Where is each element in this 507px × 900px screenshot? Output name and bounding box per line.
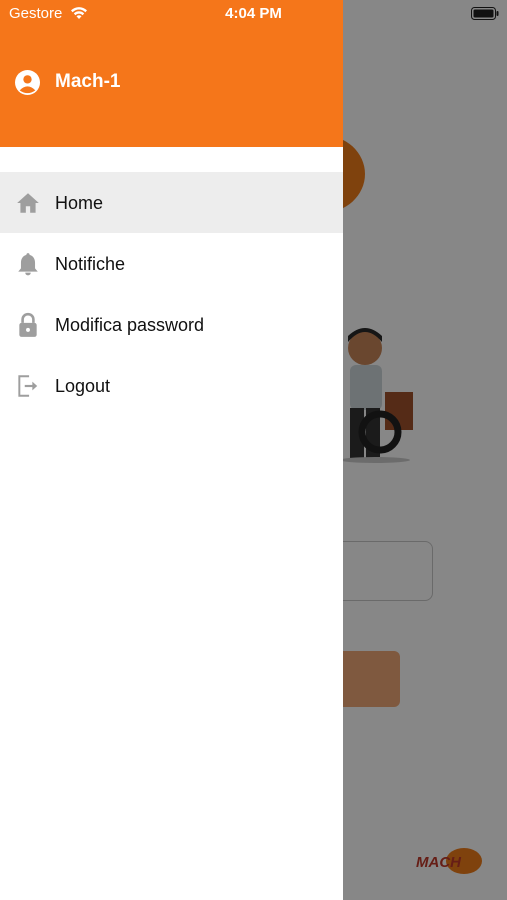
lock-icon (19, 312, 37, 337)
menu-item-modifica-password[interactable]: Modifica password (0, 294, 343, 355)
menu-item-label: Modifica password (55, 314, 205, 335)
status-time: 4:04 PM (225, 5, 282, 22)
menu-item-notifiche[interactable]: Notifiche (0, 233, 343, 294)
status-bar: Gestore 4:04 PM (0, 0, 507, 28)
account-circle-icon (15, 70, 40, 95)
menu-item-home[interactable]: Home (0, 172, 343, 233)
bell-icon (18, 253, 38, 276)
logout-icon (18, 375, 38, 397)
menu-item-label: Home (55, 192, 104, 213)
navigation-drawer: Mach-1 Home Notifiche Modifica password (0, 0, 343, 900)
menu-item-logout[interactable]: Logout (0, 355, 343, 416)
battery-icon (471, 7, 499, 20)
menu-item-label: Logout (55, 375, 111, 396)
home-icon (17, 193, 39, 213)
drawer-user-name: Mach-1 (55, 71, 121, 92)
drawer-menu: Home Notifiche Modifica password Logout (0, 172, 343, 416)
menu-item-label: Notifiche (55, 253, 126, 274)
